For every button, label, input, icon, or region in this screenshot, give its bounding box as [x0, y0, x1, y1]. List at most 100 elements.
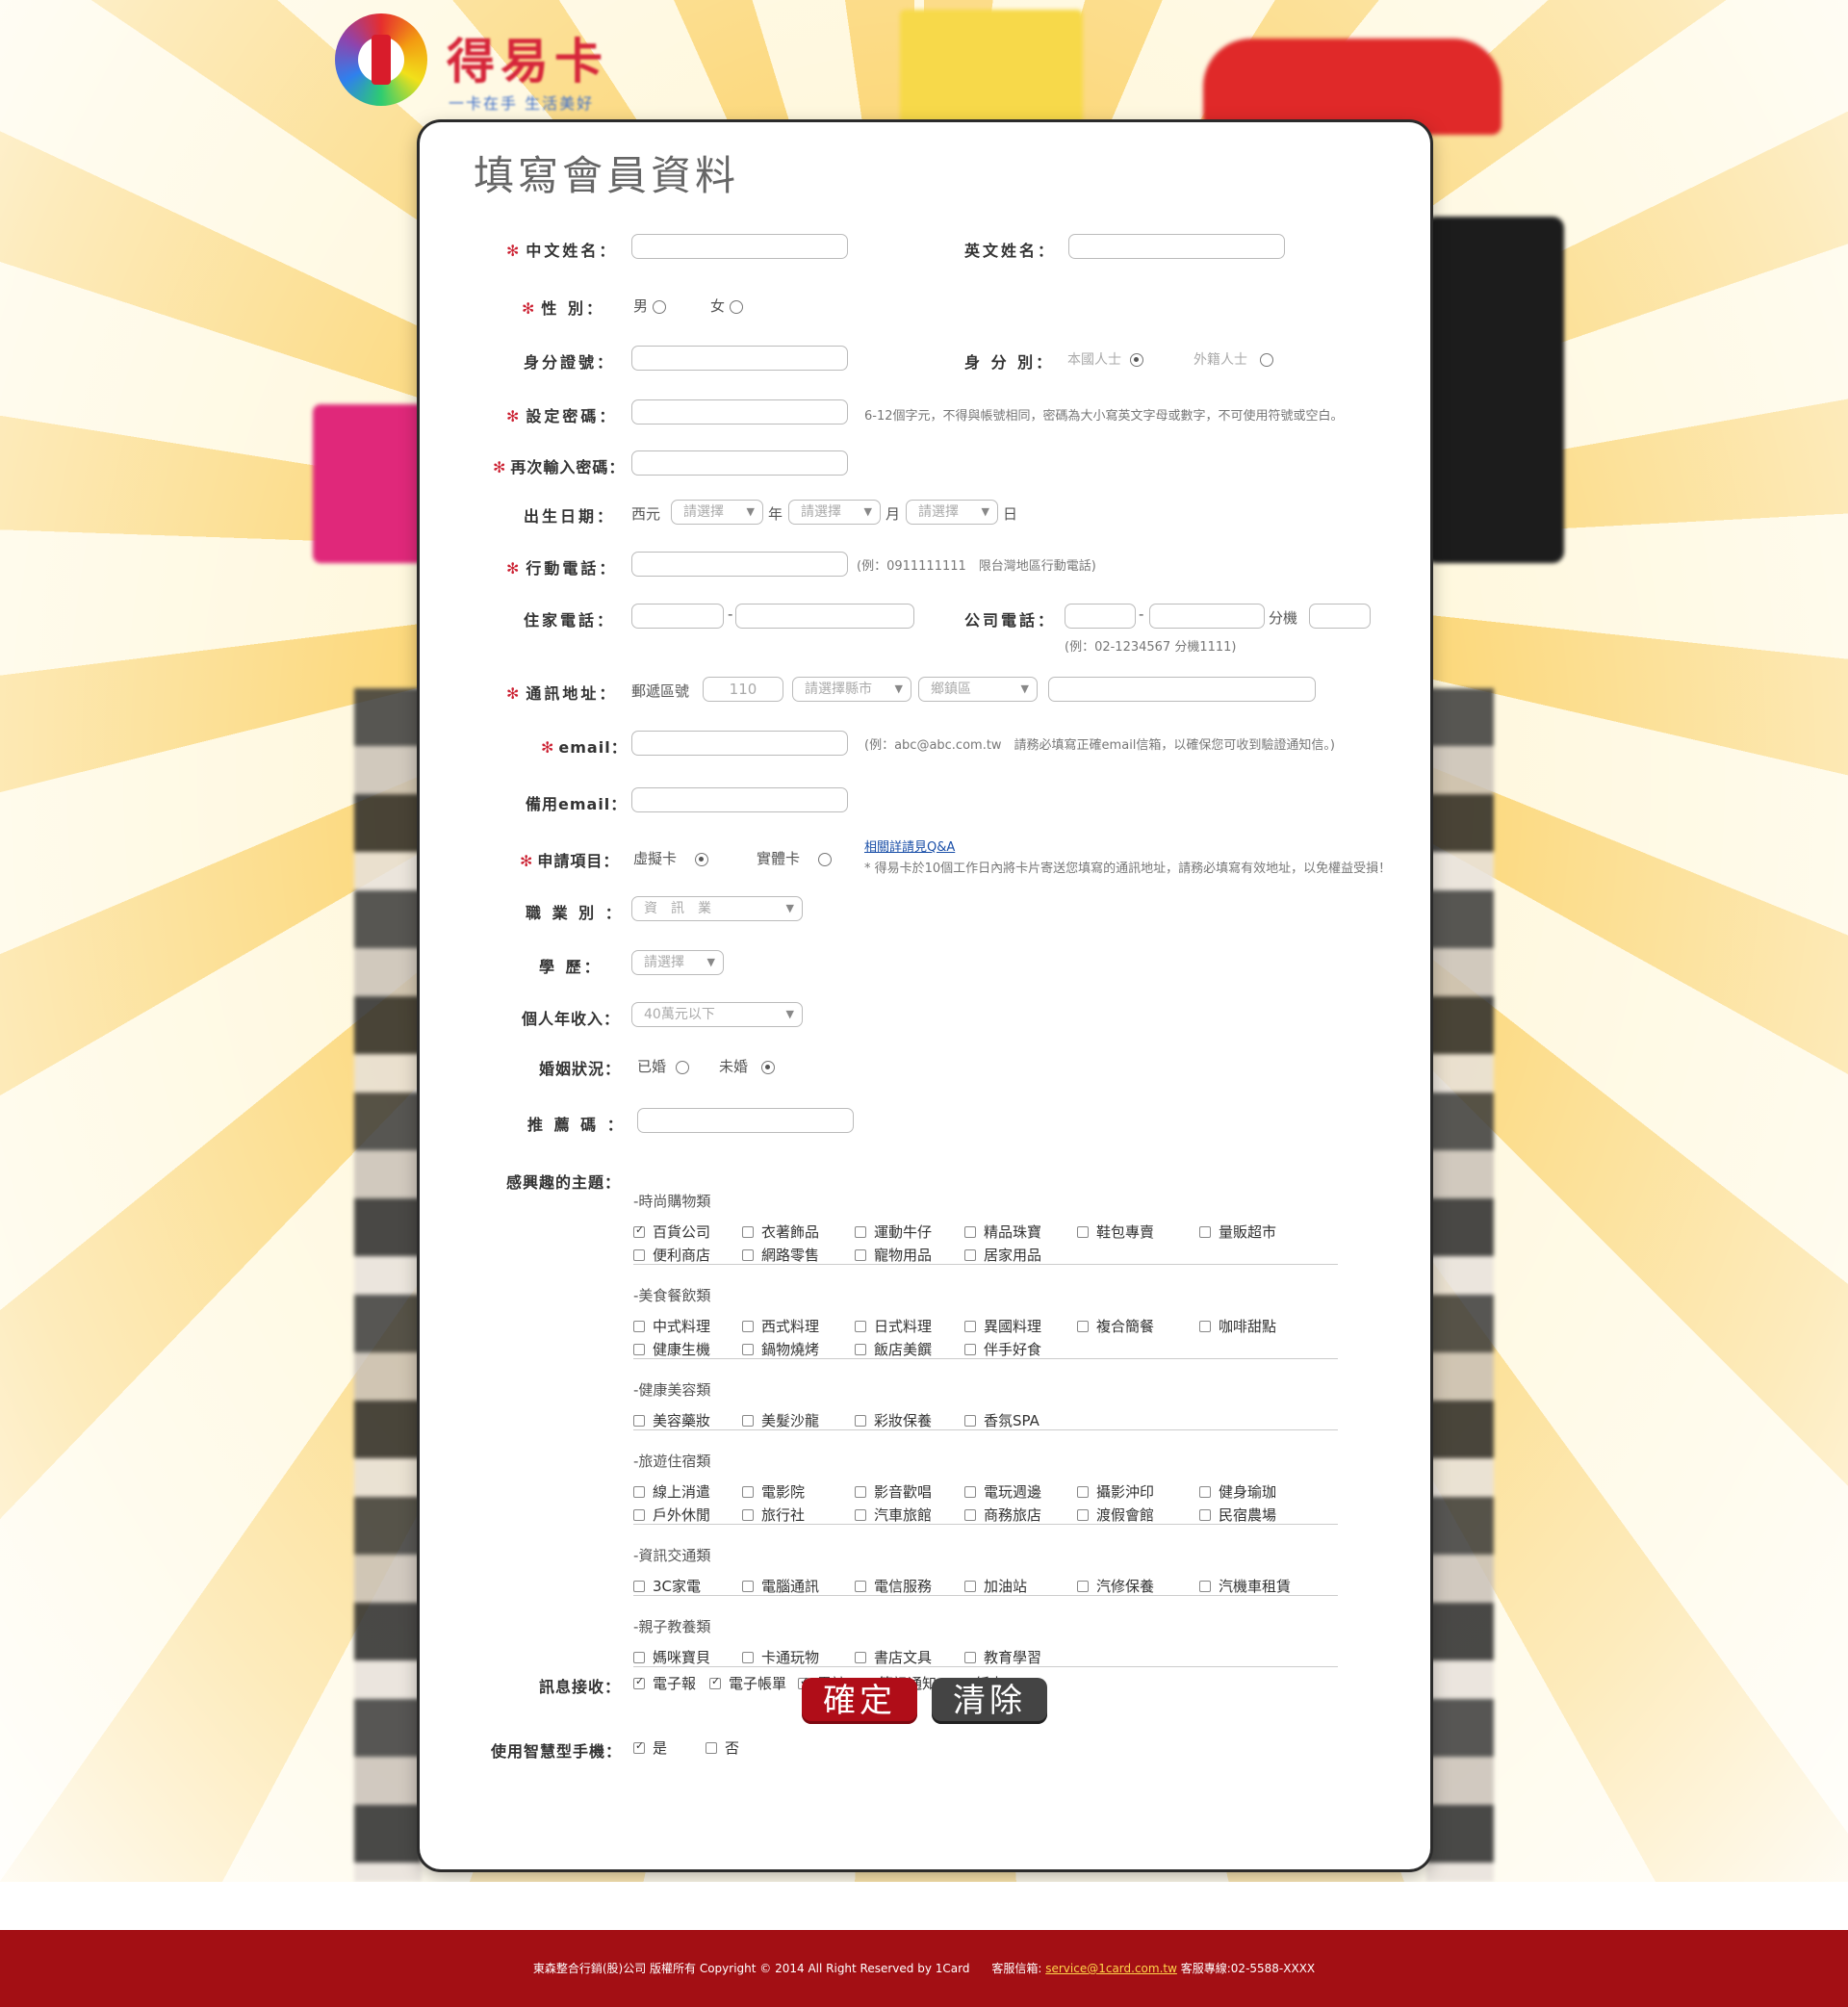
radio-male[interactable] — [652, 299, 666, 314]
checkbox-icon[interactable] — [742, 1486, 754, 1498]
office-phone-number-input[interactable] — [1149, 604, 1265, 629]
checkbox-icon[interactable] — [855, 1486, 866, 1498]
checkbox-icon[interactable] — [742, 1226, 754, 1238]
checkbox-icon[interactable] — [742, 1652, 754, 1663]
radio-physical-card[interactable] — [818, 852, 833, 866]
checkbox-icon[interactable] — [855, 1415, 866, 1427]
interest-checkbox-item[interactable]: 卡通玩物 — [742, 1647, 819, 1667]
home-phone-area-input[interactable] — [631, 604, 724, 629]
office-phone-extension-input[interactable] — [1309, 604, 1371, 629]
checkbox-icon[interactable] — [633, 1249, 645, 1261]
checkbox-icon[interactable] — [633, 1321, 645, 1332]
virtual-card-option[interactable]: 虛擬卡 — [633, 848, 709, 868]
birthday-month-select[interactable]: 請選擇 ▼ — [788, 500, 881, 525]
checkbox-icon[interactable] — [633, 1486, 645, 1498]
gender-female-option[interactable]: 女 — [710, 296, 743, 316]
clear-button[interactable]: 清除 — [932, 1678, 1047, 1724]
checkbox-icon[interactable] — [742, 1321, 754, 1332]
city-select[interactable]: 請選擇縣市 ▼ — [792, 677, 911, 702]
occupation-select[interactable]: 資 訊 業 ▼ — [631, 896, 803, 921]
interest-checkbox-item[interactable]: 電影院 — [742, 1481, 805, 1502]
checkbox-icon[interactable] — [964, 1415, 976, 1427]
interest-checkbox-item[interactable]: 攝影沖印 — [1077, 1481, 1154, 1502]
checkbox-icon[interactable] — [633, 1652, 645, 1663]
interest-checkbox-item[interactable]: 商務旅店 — [964, 1505, 1041, 1525]
office-phone-area-input[interactable] — [1065, 604, 1136, 629]
checkbox-icon[interactable] — [964, 1486, 976, 1498]
interest-checkbox-item[interactable]: 衣著飾品 — [742, 1222, 819, 1242]
interest-checkbox-item[interactable]: 運動牛仔 — [855, 1222, 932, 1242]
interest-checkbox-item[interactable]: 中式料理 — [633, 1316, 710, 1336]
zip-code-input[interactable]: 110 — [703, 677, 783, 702]
password-input[interactable] — [631, 399, 848, 425]
checkbox-icon[interactable] — [855, 1581, 866, 1592]
interest-checkbox-item[interactable]: 汽機車租賃 — [1199, 1576, 1291, 1596]
interest-checkbox-item[interactable]: 百貨公司 — [633, 1222, 710, 1242]
checkbox-icon[interactable] — [1199, 1581, 1211, 1592]
notification-checkbox-item[interactable]: 電子報 — [633, 1673, 696, 1693]
interest-checkbox-item[interactable]: 寵物用品 — [855, 1245, 932, 1265]
email-input[interactable] — [631, 731, 848, 756]
interest-checkbox-item[interactable]: 伴手好食 — [964, 1339, 1041, 1359]
interest-checkbox-item[interactable]: 教育學習 — [964, 1647, 1041, 1667]
education-select[interactable]: 請選擇 ▼ — [631, 950, 724, 975]
district-select[interactable]: 鄉鎮區 ▼ — [918, 677, 1038, 702]
checkbox-icon[interactable] — [964, 1344, 976, 1355]
interest-checkbox-item[interactable]: 電腦通訊 — [742, 1576, 819, 1596]
checkbox-checked-icon[interactable] — [709, 1675, 721, 1689]
single-option[interactable]: 未婚 — [719, 1056, 776, 1076]
footer-service-mail-link[interactable]: service@1card.com.tw — [1045, 1962, 1177, 1975]
interest-checkbox-item[interactable]: 異國料理 — [964, 1316, 1041, 1336]
checkbox-icon[interactable] — [964, 1226, 976, 1238]
interest-checkbox-item[interactable]: 日式料理 — [855, 1316, 932, 1336]
interest-checkbox-item[interactable]: 3C家電 — [633, 1576, 701, 1596]
qa-link[interactable]: 相關詳請見Q&A — [864, 836, 955, 855]
checkbox-icon[interactable] — [964, 1509, 976, 1521]
checkbox-icon[interactable] — [1077, 1509, 1089, 1521]
checkbox-icon[interactable] — [964, 1249, 976, 1261]
birthday-year-select[interactable]: 請選擇 ▼ — [671, 500, 763, 525]
interest-checkbox-item[interactable]: 健康生機 — [633, 1339, 710, 1359]
checkbox-icon[interactable] — [742, 1249, 754, 1261]
interest-checkbox-item[interactable]: 複合簡餐 — [1077, 1316, 1154, 1336]
interest-checkbox-item[interactable]: 量販超市 — [1199, 1222, 1276, 1242]
interest-checkbox-item[interactable]: 鞋包專賣 — [1077, 1222, 1154, 1242]
checkbox-icon[interactable] — [1077, 1321, 1089, 1332]
checkbox-checked-icon[interactable] — [633, 1675, 645, 1689]
interest-checkbox-item[interactable]: 電玩週邊 — [964, 1481, 1041, 1502]
interest-checkbox-item[interactable]: 民宿農場 — [1199, 1505, 1276, 1525]
smartphone-no-option[interactable]: 否 — [706, 1737, 739, 1758]
interest-checkbox-item[interactable]: 西式料理 — [742, 1316, 819, 1336]
interest-checkbox-item[interactable]: 書店文具 — [855, 1647, 932, 1667]
checkbox-icon[interactable] — [1077, 1581, 1089, 1592]
mobile-input[interactable] — [631, 552, 848, 577]
address-detail-input[interactable] — [1048, 677, 1316, 702]
checkbox-icon[interactable] — [964, 1652, 976, 1663]
interest-checkbox-item[interactable]: 旅行社 — [742, 1505, 805, 1525]
interest-checkbox-item[interactable]: 加油站 — [964, 1576, 1027, 1596]
radio-single[interactable] — [761, 1060, 776, 1074]
home-phone-number-input[interactable] — [735, 604, 914, 629]
checkbox-icon[interactable] — [1077, 1226, 1089, 1238]
interest-checkbox-item[interactable]: 便利商店 — [633, 1245, 710, 1265]
backup-email-input[interactable] — [631, 787, 848, 812]
radio-married[interactable] — [675, 1060, 689, 1074]
interest-checkbox-item[interactable]: 彩妝保養 — [855, 1410, 932, 1430]
radio-female[interactable] — [729, 299, 743, 314]
checkbox-icon[interactable] — [742, 1509, 754, 1521]
checkbox-icon[interactable] — [633, 1415, 645, 1427]
interest-checkbox-item[interactable]: 美髮沙龍 — [742, 1410, 819, 1430]
checkbox-icon[interactable] — [964, 1581, 976, 1592]
interest-checkbox-item[interactable]: 香氛SPA — [964, 1410, 1040, 1430]
interest-checkbox-item[interactable]: 健身瑜珈 — [1199, 1481, 1276, 1502]
checkbox-icon[interactable] — [1199, 1509, 1211, 1521]
gender-male-option[interactable]: 男 — [633, 296, 666, 316]
interest-checkbox-item[interactable]: 戶外休閒 — [633, 1505, 710, 1525]
interest-checkbox-item[interactable]: 美容藥妝 — [633, 1410, 710, 1430]
interest-checkbox-item[interactable]: 汽車旅館 — [855, 1505, 932, 1525]
radio-identity-foreign[interactable] — [1260, 353, 1274, 367]
birthday-day-select[interactable]: 請選擇 ▼ — [906, 500, 998, 525]
checkbox-icon[interactable] — [855, 1226, 866, 1238]
interest-checkbox-item[interactable]: 線上消遣 — [633, 1481, 710, 1502]
checkbox-icon[interactable] — [1077, 1486, 1089, 1498]
